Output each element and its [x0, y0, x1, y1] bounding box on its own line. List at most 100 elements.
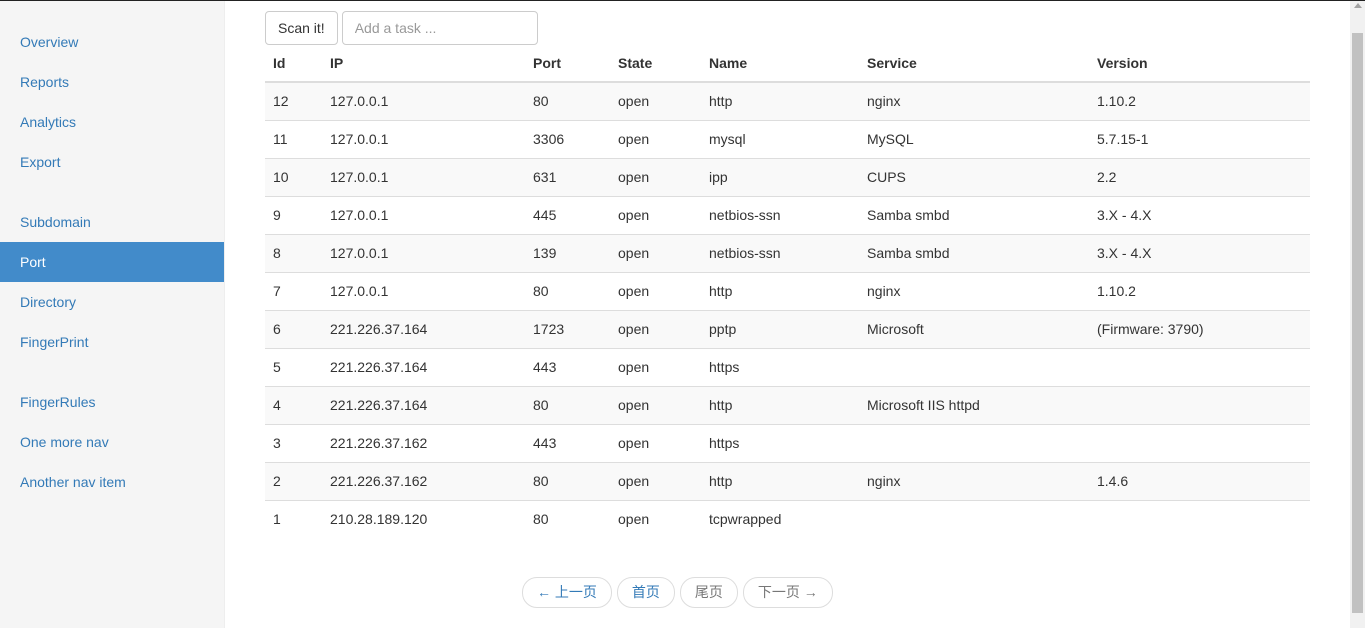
table-header-row: Id IP Port State Name Service Version [265, 44, 1310, 83]
cell-state: open [610, 385, 701, 424]
cell-ip: 127.0.0.1 [330, 93, 389, 110]
sidebar-item-overview[interactable]: Overview [0, 22, 224, 62]
cell-ip: 127.0.0.1 [322, 233, 525, 272]
scan-button[interactable]: Scan it! [265, 11, 338, 45]
cell-state: open [610, 461, 701, 500]
vertical-scrollbar[interactable] [1350, 1, 1365, 628]
cell-version [1089, 385, 1310, 424]
cell-ip: 221.226.37.162 [322, 461, 525, 500]
cell-version [1089, 347, 1310, 386]
nav-list-item: FingerRules [0, 382, 224, 422]
sidebar-item-one-more-nav[interactable]: One more nav [0, 422, 224, 462]
cell-version: 5.7.15-1 [1089, 119, 1310, 158]
cell-name: ipp [701, 157, 859, 196]
sidebar-item-subdomain[interactable]: Subdomain [0, 202, 224, 242]
cell-name: netbios-ssn [701, 195, 859, 234]
port-table: Id IP Port State Name Service Version 12 127.0.… [265, 44, 1310, 538]
table-row: 1 210.28.189.120 80 open tcpwrapped [265, 499, 1310, 538]
cell-name: tcpwrapped [701, 499, 859, 538]
toolbar: Scan it! [265, 11, 538, 45]
cell-service [859, 347, 1089, 386]
cell-port: 3306 [525, 119, 610, 158]
cell-name: http [701, 271, 859, 310]
cell-port: 139 [525, 233, 610, 272]
sidebar: Overview Reports Analytics Export Subdomain P… [0, 1, 225, 628]
sidebar-item-another-nav-item[interactable]: Another nav item [0, 462, 224, 502]
nav-list-item: Subdomain [0, 202, 224, 242]
first-page-button[interactable]: 首页 [616, 577, 675, 608]
cell-service: Samba smbd [859, 233, 1089, 272]
nav-group: Subdomain Port Directory FingerPrint [0, 202, 224, 362]
sidebar-item-export[interactable]: Export [0, 142, 224, 182]
scroll-up-arrow-icon[interactable] [1354, 3, 1362, 8]
cell-version: 1.10.2 [1097, 93, 1136, 110]
cell-id: 3 [265, 423, 322, 462]
nav-group: FingerRules One more nav Another nav item [0, 382, 224, 502]
cell-version: 3.X - 4.X [1089, 195, 1310, 234]
next-page-button[interactable]: 下一页 → [742, 577, 833, 608]
sidebar-item-fingerprint[interactable]: FingerPrint [0, 322, 224, 362]
sidebar-item-reports[interactable]: Reports [0, 62, 224, 102]
scroll-thumb[interactable] [1352, 33, 1363, 613]
cell-ip: 127.0.0.1 [322, 119, 525, 158]
column-header-state: State [610, 44, 701, 83]
table-row: 8 127.0.0.1 139 open netbios-ssn Samba smbd 3.… [265, 233, 1310, 272]
cell-ip: 127.0.0.1 [322, 195, 525, 234]
cell-id: 11 [265, 119, 322, 158]
cell-ip: 221.226.37.164 [322, 309, 525, 348]
cell-version [1089, 499, 1310, 538]
table-row: 7 127.0.0.1 80 open http nginx 1.10.2 [265, 271, 1310, 310]
cell-state: open [610, 499, 701, 538]
cell-ip: 127.0.0.1 [322, 271, 525, 310]
table-row: 10 127.0.0.1 631 open ipp CUPS 2.2 [265, 157, 1310, 196]
cell-name: http [701, 385, 859, 424]
cell-ip: 210.28.189.120 [322, 499, 525, 538]
cell-port: 80 [533, 93, 549, 110]
sidebar-item-port[interactable]: Port [0, 242, 224, 282]
cell-port: 80 [525, 499, 610, 538]
cell-id: 4 [265, 385, 322, 424]
cell-port: 80 [525, 385, 610, 424]
column-header-version: Version [1089, 44, 1310, 83]
cell-service: nginx [859, 461, 1089, 500]
cell-version: 1.4.6 [1089, 461, 1310, 500]
column-header-ip: IP [322, 44, 525, 83]
sidebar-nav: Overview Reports Analytics Export Subdomain P… [0, 22, 224, 502]
column-header-id: Id [265, 44, 322, 83]
cell-service [859, 423, 1089, 462]
cell-service: MySQL [859, 119, 1089, 158]
nav-group: Overview Reports Analytics Export [0, 22, 224, 182]
table-row: 5 221.226.37.164 443 open https [265, 347, 1310, 386]
cell-id: 1 [265, 499, 322, 538]
cell-id: 2 [265, 461, 322, 500]
column-header-service: Service [859, 44, 1089, 83]
table-row: 4 221.226.37.164 80 open http Microsoft IIS h… [265, 385, 1310, 424]
cell-ip: 221.226.37.164 [322, 385, 525, 424]
cell-service: Microsoft IIS httpd [859, 385, 1089, 424]
cell-service: Microsoft [859, 309, 1089, 348]
last-page-button[interactable]: 尾页 [679, 577, 738, 608]
cell-id: 6 [265, 309, 322, 348]
cell-version: 2.2 [1089, 157, 1310, 196]
prev-page-button[interactable]: ← 上一页 [522, 577, 612, 608]
sidebar-item-analytics[interactable]: Analytics [0, 102, 224, 142]
task-input[interactable] [341, 11, 538, 45]
cell-id: 10 [265, 157, 322, 196]
cell-ip: 127.0.0.1 [322, 157, 525, 196]
table-row: 9 127.0.0.1 445 open netbios-ssn Samba smbd 3.… [265, 195, 1310, 234]
cell-state: open [610, 119, 701, 158]
cell-state: open [610, 423, 701, 462]
cell-name: https [701, 423, 859, 462]
table-row: 11 127.0.0.1 3306 open mysql MySQL 5.7.15-1 [265, 119, 1310, 158]
nav-list-item: Export [0, 142, 224, 182]
cell-service: Samba smbd [859, 195, 1089, 234]
cell-service [859, 499, 1089, 538]
cell-state: open [610, 233, 701, 272]
cell-state: open [610, 195, 701, 234]
cell-id: 8 [265, 233, 322, 272]
cell-state: open [618, 93, 650, 110]
sidebar-item-directory[interactable]: Directory [0, 282, 224, 322]
cell-port: 443 [525, 347, 610, 386]
sidebar-item-fingerrules[interactable]: FingerRules [0, 382, 224, 422]
cell-name: http [701, 461, 859, 500]
